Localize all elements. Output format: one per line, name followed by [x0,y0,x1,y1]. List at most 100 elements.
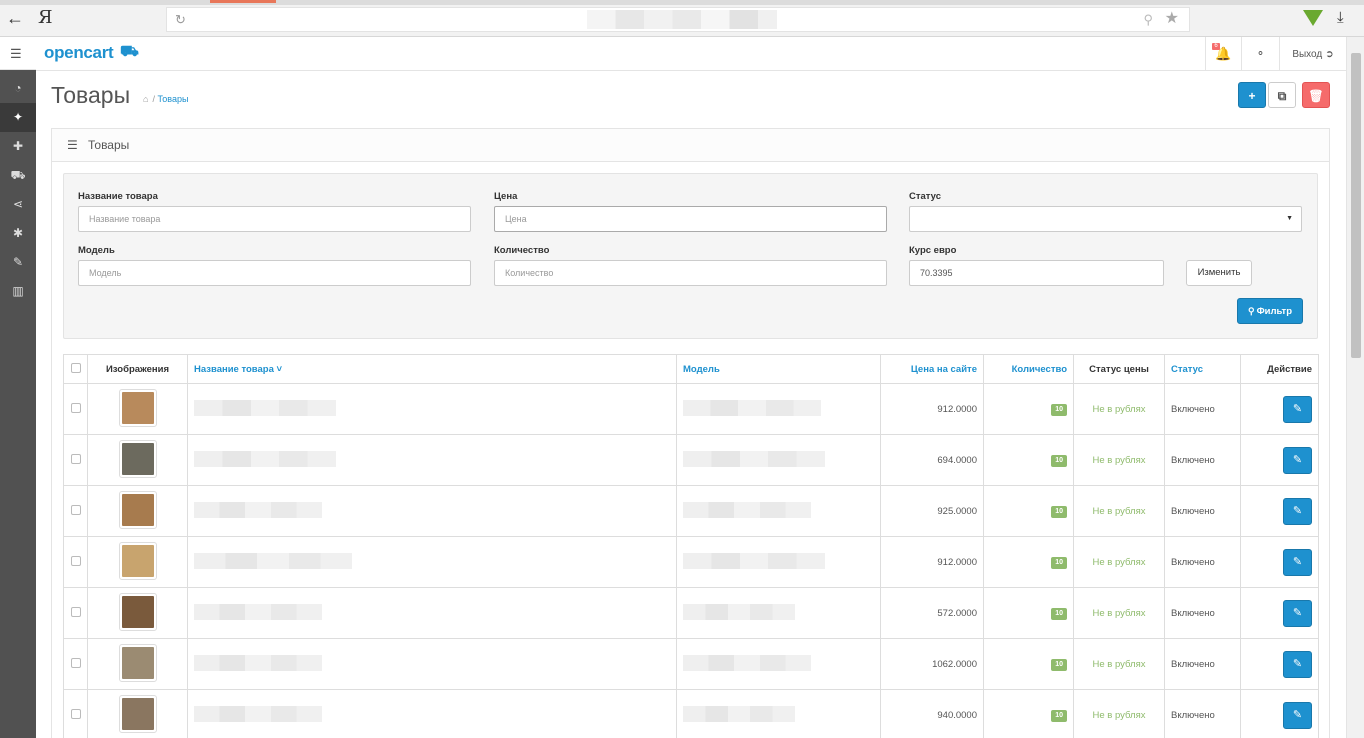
search-icon[interactable]: ⚲ [1143,13,1153,26]
share-icon[interactable]: ⋖ [0,190,36,219]
action-cell: ✎ [1240,536,1319,588]
filter-model-input[interactable] [78,260,471,286]
edit-button[interactable]: ✎ [1283,599,1312,627]
table-row: 912.0000 10 Не в рублях Включено ✎ [63,536,1319,588]
col-model[interactable]: Модель [676,354,881,384]
gear-icon[interactable]: ✱ [0,219,36,248]
image-cell [87,689,188,738]
row-select-cell[interactable] [63,485,88,537]
change-euro-rate-button[interactable]: Изменить [1186,260,1252,286]
pencil-icon: ✎ [1292,657,1303,670]
add-product-button[interactable]: + [1238,82,1266,108]
copy-product-button[interactable]: ⧉ [1268,82,1296,108]
row-checkbox[interactable] [70,504,81,515]
action-cell: ✎ [1240,434,1319,486]
opencart-logo[interactable]: opencart ⛟ [44,43,139,62]
logout-button[interactable]: Выход ➲ [1279,37,1346,71]
quantity-cell: 10 [983,689,1074,738]
star-icon[interactable]: ★ [1165,11,1179,27]
plus-icon: + [1248,89,1256,103]
wrench-icon[interactable]: ✎ [0,248,36,277]
col-price[interactable]: Цена на сайте [880,354,984,384]
tag-icon[interactable]: ✦ [0,103,36,132]
select-all-cell[interactable] [63,354,88,384]
row-checkbox[interactable] [70,402,81,413]
table-row: 1062.0000 10 Не в рублях Включено ✎ [63,638,1319,690]
breadcrumb-separator: / [152,94,155,104]
model-cell [676,383,881,435]
row-select-cell[interactable] [63,638,88,690]
model-cell [676,434,881,486]
col-name[interactable]: Название товара ˅ [187,354,677,384]
status-cell: Включено [1164,689,1241,738]
table-row: 912.0000 10 Не в рублях Включено ✎ [63,383,1319,435]
euro-rate-label: Курс евро [909,245,957,256]
row-select-cell[interactable] [63,383,88,435]
name-cell [187,587,677,639]
pencil-icon: ✎ [1292,708,1303,721]
quantity-cell: 10 [983,638,1074,690]
cart-icon[interactable]: ⛟ [0,161,36,190]
product-model-blurred [683,705,795,722]
panel-heading: ☰ Товары [52,129,1329,162]
quantity-badge: 10 [1051,505,1067,518]
breadcrumb-item-products[interactable]: Товары [157,94,188,104]
euro-rate-input[interactable] [909,260,1164,286]
edit-button[interactable]: ✎ [1283,548,1312,576]
filter-price-input[interactable] [494,206,887,232]
edit-button[interactable]: ✎ [1283,446,1312,474]
menu-toggle-icon[interactable]: ☰ [10,47,22,60]
product-name-blurred [194,705,322,722]
edit-button[interactable]: ✎ [1283,497,1312,525]
row-select-cell[interactable] [63,536,88,588]
product-name-blurred [194,450,336,467]
address-bar[interactable]: ↻ ⚲ ★ [166,7,1190,32]
filter-status-select[interactable]: ▼ [909,206,1302,232]
row-select-cell[interactable] [63,587,88,639]
trash-icon: 🗑 [1308,89,1324,103]
select-all-checkbox[interactable] [70,362,81,373]
bar-chart-icon[interactable]: ▥ [0,277,36,306]
scrollbar[interactable] [1346,37,1364,738]
product-model-blurred [683,399,821,416]
dashboard-icon[interactable]: ◔ [0,74,36,103]
row-select-cell[interactable] [63,434,88,486]
home-icon[interactable]: ⌂ [143,94,148,104]
product-thumbnail [118,490,157,529]
col-status[interactable]: Статус [1164,354,1241,384]
scrollbar-thumb[interactable] [1351,53,1361,358]
puzzle-icon[interactable]: ✚ [0,132,36,161]
filter-name-input[interactable] [78,206,471,232]
row-checkbox[interactable] [70,606,81,617]
edit-button[interactable]: ✎ [1283,701,1312,729]
help-button[interactable]: ⚬ [1241,37,1279,71]
price-status-text: Не в рублях [1092,607,1146,619]
col-name-label[interactable]: Название товара [194,364,274,375]
row-checkbox[interactable] [70,555,81,566]
delete-product-button[interactable]: 🗑 [1302,82,1330,108]
reload-icon[interactable]: ↻ [175,13,186,26]
price-status-cell: Не в рублях [1073,689,1165,738]
filter-quantity-input[interactable] [494,260,887,286]
status-cell: Включено [1164,485,1241,537]
col-quantity[interactable]: Количество [983,354,1074,384]
row-checkbox[interactable] [70,453,81,464]
product-thumbnail [118,541,157,580]
quantity-badge: 10 [1051,556,1067,569]
edit-button[interactable]: ✎ [1283,650,1312,678]
filter-button[interactable]: ⚲ Фильтр [1237,298,1303,324]
row-select-cell[interactable] [63,689,88,738]
quantity-badge: 10 [1051,607,1067,620]
back-icon[interactable]: ← [6,9,24,27]
row-checkbox[interactable] [70,657,81,668]
download-arrow-icon[interactable] [1303,10,1323,26]
download-icon[interactable]: ⤓ [1337,10,1344,25]
image-cell [87,383,188,435]
edit-button[interactable]: ✎ [1283,395,1312,423]
top-header: opencart ⛟ 6 🔔 ⚬ Выход ➲ [36,37,1346,71]
model-cell [676,689,881,738]
notifications-button[interactable]: 6 🔔 [1205,37,1241,71]
browser-toolbar: ← Я ↻ ⚲ ★ ⤓ [0,0,1364,37]
browser-logo[interactable]: Я [38,9,53,27]
row-checkbox[interactable] [70,708,81,719]
